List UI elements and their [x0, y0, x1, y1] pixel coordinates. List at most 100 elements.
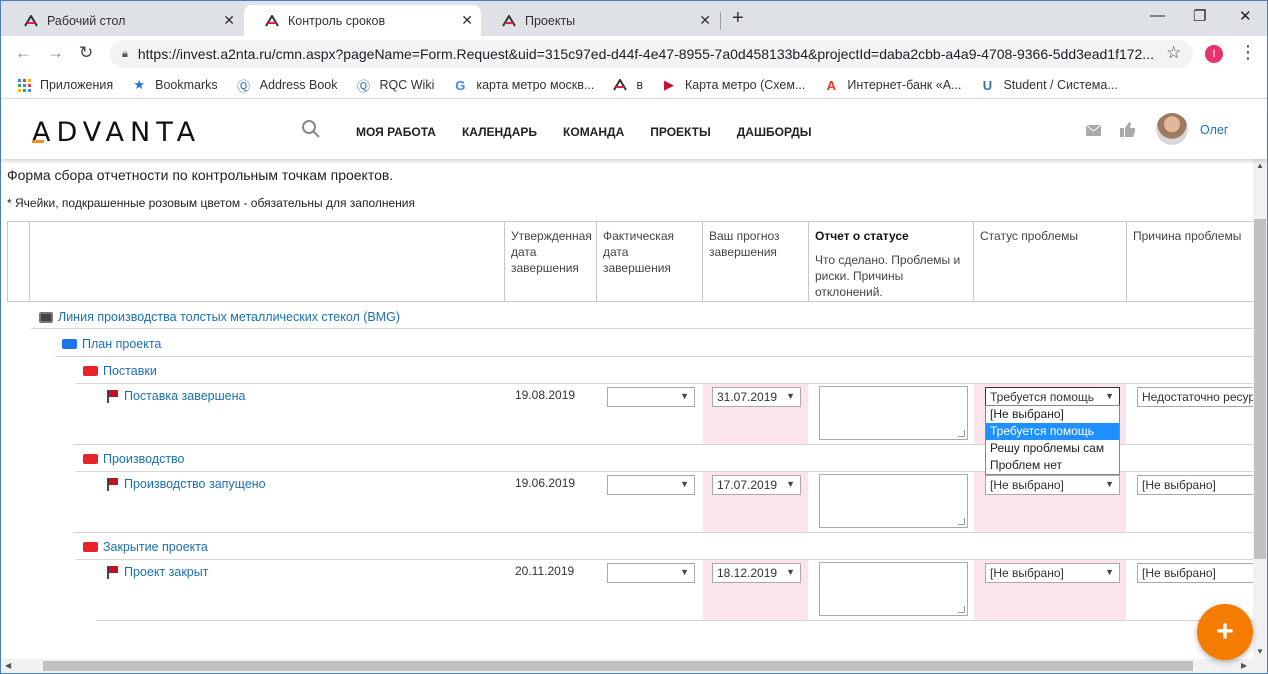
scroll-down-icon[interactable]: ▼	[1256, 647, 1264, 656]
col-report[interactable]: Отчет о статусе Что сделано. Проблемы и …	[809, 222, 974, 301]
project-name[interactable]: Линия производства толстых металлических…	[58, 310, 400, 324]
group-name[interactable]: Закрытие проекта	[103, 540, 208, 554]
col-reason[interactable]: Причина проблемы	[1127, 222, 1253, 301]
page-title: Форма сбора отчетности по контрольным то…	[7, 167, 394, 183]
logo-accent	[32, 140, 44, 143]
problem-reason-select[interactable]: [Не выбрано]	[1137, 475, 1253, 495]
milestone-row[interactable]: Проект закрыт	[107, 565, 208, 579]
forward-arrow-icon[interactable]: →	[47, 43, 64, 63]
thumbs-up-icon[interactable]	[1120, 122, 1136, 140]
bookmark-metro-map[interactable]: G карта метро москв...	[452, 77, 594, 93]
milestone-row[interactable]: Поставка завершена	[107, 389, 245, 403]
profile-avatar[interactable]: I	[1205, 45, 1223, 63]
nav-dashboards[interactable]: ДАШБОРДЫ	[737, 125, 812, 139]
problem-status-select[interactable]: Требуется помощь ▼	[985, 387, 1120, 407]
status-report-textarea[interactable]	[819, 474, 968, 528]
actual-date-select[interactable]: ▼	[607, 475, 695, 495]
address-bar[interactable]: 🔒︎ https://invest.a2nta.ru/cmn.aspx?page…	[110, 40, 1193, 68]
nav-my-work[interactable]: МОЯ РАБОТА	[356, 125, 436, 139]
metro-icon: ▶	[663, 77, 674, 92]
forecast-date-select[interactable]: 18.12.2019 ▼	[712, 563, 801, 583]
scroll-right-icon[interactable]: ▶	[1241, 661, 1247, 670]
problem-status-select[interactable]: [Не выбрано] ▼	[985, 475, 1120, 495]
scroll-left-icon[interactable]: ◀	[5, 661, 11, 670]
vertical-scrollbar[interactable]: ▲ ▼	[1253, 159, 1267, 659]
actual-date-select[interactable]: ▼	[607, 387, 695, 407]
search-icon[interactable]	[301, 119, 321, 142]
restore-icon[interactable]: ❐	[1193, 7, 1206, 25]
group-row[interactable]: Закрытие проекта	[83, 540, 208, 554]
browser-menu-icon[interactable]: ⋮	[1239, 42, 1257, 63]
status-option[interactable]: Решу проблемы сам	[986, 440, 1119, 457]
nav-projects[interactable]: ПРОЕКТЫ	[650, 125, 711, 139]
bookmark-apps[interactable]: Приложения	[16, 77, 113, 93]
status-option-highlighted[interactable]: Требуется помощь	[986, 423, 1119, 440]
approved-date: 19.06.2019	[515, 476, 576, 490]
tab-deadline-control[interactable]: Контроль сроков ✕	[244, 5, 481, 36]
tab-separator	[720, 12, 721, 30]
mail-icon[interactable]	[1085, 124, 1102, 139]
horizontal-scroll-thumb[interactable]	[43, 661, 1193, 671]
col-actual[interactable]: Фактическая дата завершения	[597, 222, 703, 301]
bookmark-label: Интернет-банк «А...	[847, 78, 962, 92]
add-fab-button[interactable]: +	[1197, 604, 1253, 660]
milestone-name[interactable]: Производство запущено	[124, 477, 266, 491]
col-forecast[interactable]: Ваш прогноз завершения	[703, 222, 809, 301]
app-header: ADVANTA МОЯ РАБОТА КАЛЕНДАРЬ КОМАНДА ПРО…	[1, 99, 1267, 159]
bookmark-v[interactable]: в	[612, 77, 643, 93]
forecast-date-select[interactable]: 31.07.2019 ▼	[712, 387, 801, 407]
bookmark-label: Приложения	[40, 78, 114, 92]
plan-row[interactable]: План проекта	[62, 337, 161, 351]
user-name[interactable]: Олег	[1200, 123, 1228, 137]
horizontal-scrollbar[interactable]: ◀ ▶	[1, 659, 1267, 673]
plan-name[interactable]: План проекта	[82, 337, 161, 351]
col-approved[interactable]: Утвержденная дата завершения	[505, 222, 597, 301]
problem-status-select[interactable]: [Не выбрано] ▼	[985, 563, 1120, 583]
col-report-title: Отчет о статусе	[815, 229, 909, 243]
group-name[interactable]: Поставки	[103, 364, 157, 378]
bookmark-star-icon[interactable]: ☆	[1166, 43, 1181, 63]
problem-reason-select[interactable]: [Не выбрано]	[1137, 563, 1253, 583]
milestone-name[interactable]: Проект закрыт	[124, 565, 208, 579]
problem-reason-select[interactable]: Недостаточно ресурсов	[1137, 387, 1253, 407]
col-status[interactable]: Статус проблемы	[974, 222, 1127, 301]
group-row[interactable]: Поставки	[83, 364, 157, 378]
back-arrow-icon[interactable]: ←	[15, 43, 32, 63]
group-name[interactable]: Производство	[103, 452, 185, 466]
new-tab-plus-icon[interactable]: +	[732, 7, 744, 30]
status-report-textarea[interactable]	[819, 386, 968, 440]
bookmark-student[interactable]: U Student / Система...	[979, 77, 1118, 93]
close-icon[interactable]: ✕	[223, 12, 235, 29]
tab-desktop[interactable]: Рабочий стол ✕	[3, 5, 243, 36]
reload-icon[interactable]: ↻	[79, 43, 93, 63]
nav-calendar[interactable]: КАЛЕНДАРЬ	[462, 125, 537, 139]
bookmark-metro-scheme[interactable]: ▶ Карта метро (Схем...	[661, 77, 805, 93]
bookmark-bookmarks[interactable]: ★ Bookmarks	[131, 77, 217, 93]
nav-team[interactable]: КОМАНДА	[563, 125, 624, 139]
bookmark-rqc-wiki[interactable]: Ⓠ RQC Wiki	[356, 77, 434, 94]
advanta-logo[interactable]: ADVANTA	[32, 117, 201, 148]
minimize-icon[interactable]: —	[1150, 7, 1165, 24]
window-close-icon[interactable]: ✕	[1239, 7, 1252, 25]
google-icon: G	[455, 77, 466, 93]
forecast-value: 31.07.2019	[717, 390, 778, 404]
status-option[interactable]: Проблем нет	[986, 457, 1119, 474]
project-row[interactable]: Линия производства толстых металлических…	[39, 310, 400, 324]
vertical-scroll-thumb[interactable]	[1254, 219, 1266, 559]
close-icon[interactable]: ✕	[699, 12, 711, 29]
group-row[interactable]: Производство	[83, 452, 185, 466]
status-value: [Не выбрано]	[990, 478, 1064, 492]
forecast-date-select[interactable]: 17.07.2019 ▼	[712, 475, 801, 495]
status-option[interactable]: [Не выбрано]	[986, 406, 1119, 423]
milestone-name[interactable]: Поставка завершена	[124, 389, 245, 403]
scroll-up-icon[interactable]: ▲	[1256, 161, 1264, 170]
tab-projects[interactable]: Проекты ✕	[481, 5, 719, 36]
bookmark-internet-bank[interactable]: A Интернет-банк «А...	[823, 77, 962, 93]
close-icon[interactable]: ✕	[461, 12, 473, 29]
avatar[interactable]	[1156, 113, 1188, 145]
bookmark-address-book[interactable]: Ⓠ Address Book	[236, 77, 337, 94]
actual-date-select[interactable]: ▼	[607, 563, 695, 583]
status-report-textarea[interactable]	[819, 562, 968, 616]
reason-value: [Не выбрано]	[1142, 566, 1216, 580]
milestone-row[interactable]: Производство запущено	[107, 477, 266, 491]
